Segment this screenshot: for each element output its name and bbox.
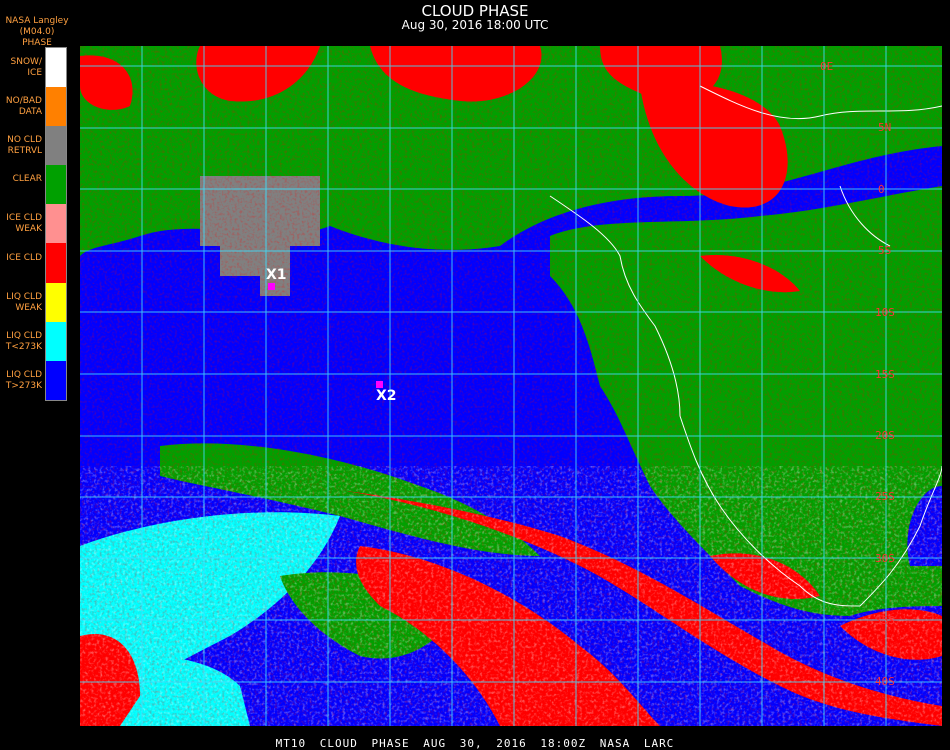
legend-swatch [46, 282, 66, 322]
legend-label: NO/BAD DATA [5, 96, 42, 118]
lat-label: 25S [875, 490, 895, 503]
lat-label: 20S [875, 429, 895, 442]
cloud-phase-image [80, 46, 942, 726]
legend-label: SNOW/ ICE [10, 57, 42, 78]
legend-swatch [46, 321, 66, 361]
lat-label: 0E [820, 60, 834, 73]
org-label: NASA Langley (M04.0) [5, 16, 69, 37]
lat-label: 15S [875, 368, 895, 381]
legend-swatch [46, 48, 66, 88]
lat-label: 30S [875, 552, 895, 565]
lat-label: 5S [878, 244, 892, 257]
legend-label: ICE CLD WEAK [6, 213, 42, 235]
footer-caption: MT10 CLOUD PHASE AUG 30, 2016 18:00Z NAS… [275, 737, 675, 750]
legend-label: NO CLD RETRVL [7, 135, 42, 157]
legend-swatch [46, 87, 66, 127]
lat-label: 35S [875, 614, 895, 627]
legend-label: LIQ CLD WEAK [6, 291, 42, 313]
satellite-map[interactable] [80, 46, 942, 726]
marker-x2-dot[interactable] [376, 381, 383, 388]
map-timestamp: Aug 30, 2016 18:00 UTC [401, 18, 549, 32]
marker-x2-label[interactable]: X2 [376, 388, 397, 404]
legend-color-bar [45, 47, 67, 401]
legend-label: CLEAR [12, 174, 42, 185]
legend-header: NASA Langley (M04.0) PHASE [2, 16, 72, 49]
legend-label: LIQ CLD T>273K [5, 369, 42, 391]
legend-label: LIQ CLD T<273K [5, 330, 42, 352]
marker-x1-dot[interactable] [268, 283, 275, 290]
legend-swatch [46, 204, 66, 244]
legend-swatch [46, 165, 66, 205]
lat-label: 10S [875, 306, 895, 319]
marker-x1-label[interactable]: X1 [266, 267, 287, 283]
lat-label: 0 [878, 183, 885, 196]
legend-swatch [46, 126, 66, 166]
legend-swatch [46, 360, 66, 400]
lat-label: 5N [878, 121, 892, 134]
lat-label: 40S [875, 675, 895, 688]
legend-swatch [46, 243, 66, 283]
legend-label: ICE CLD [6, 252, 42, 263]
